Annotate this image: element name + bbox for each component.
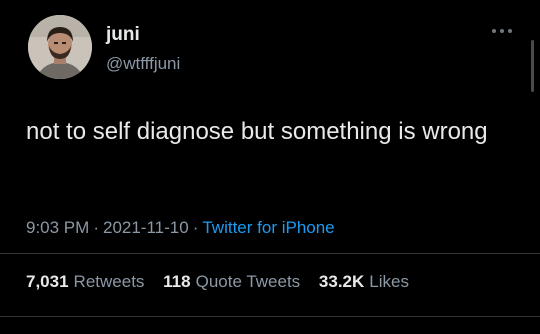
quote-tweets-label: Quote Tweets bbox=[195, 272, 301, 291]
tweet-source-link[interactable]: Twitter for iPhone bbox=[202, 218, 334, 237]
tweet-stats: 7,031 Retweets 118 Quote Tweets 33.2K Likes bbox=[26, 272, 423, 292]
quote-tweets-stat[interactable]: 118 Quote Tweets bbox=[163, 272, 300, 292]
display-name[interactable]: juni bbox=[106, 24, 140, 46]
retweets-label: Retweets bbox=[73, 272, 145, 291]
avatar[interactable] bbox=[28, 15, 92, 79]
more-horizontal-icon[interactable] bbox=[490, 24, 514, 38]
likes-count: 33.2K bbox=[318, 272, 365, 291]
tweet-date[interactable]: 2021-11-10 bbox=[103, 218, 189, 237]
meta-separator: · bbox=[192, 218, 199, 237]
quote-tweets-count: 118 bbox=[163, 272, 191, 291]
scrollbar[interactable] bbox=[531, 40, 534, 92]
retweets-stat[interactable]: 7,031 Retweets bbox=[26, 272, 144, 292]
user-handle[interactable]: @wtfffjuni bbox=[106, 54, 180, 74]
likes-label: Likes bbox=[369, 272, 409, 291]
tweet-time[interactable]: 9:03 PM bbox=[26, 218, 89, 237]
avatar-photo bbox=[28, 15, 92, 79]
meta-separator: · bbox=[93, 218, 99, 237]
tweet-text: not to self diagnose but something is wr… bbox=[26, 118, 488, 145]
likes-stat[interactable]: 33.2K Likes bbox=[319, 272, 409, 292]
tweet-meta: 9:03 PM · 2021-11-10 · Twitter for iPhone bbox=[26, 218, 335, 238]
retweets-count: 7,031 bbox=[26, 272, 69, 291]
tweet-card: juni @wtfffjuni not to self diagnose but… bbox=[0, 0, 540, 334]
divider bbox=[0, 253, 540, 254]
divider bbox=[0, 316, 540, 317]
